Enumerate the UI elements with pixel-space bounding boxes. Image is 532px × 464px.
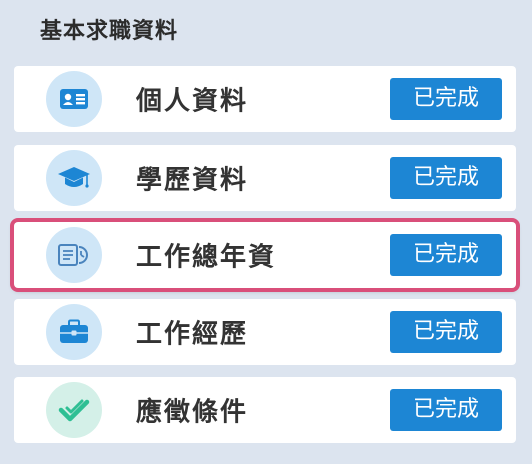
profile-item-personal-info[interactable]: 個人資料 已完成 bbox=[14, 66, 516, 132]
profile-item-label: 應徵條件 bbox=[136, 397, 249, 428]
profile-item-education[interactable]: 學歷資料 已完成 bbox=[14, 145, 516, 211]
briefcase-icon bbox=[46, 304, 102, 360]
profile-item-total-experience[interactable]: 工作總年資 已完成 bbox=[14, 222, 516, 288]
profile-item-label: 工作總年資 bbox=[136, 242, 277, 273]
graduation-cap-icon bbox=[46, 150, 102, 206]
double-check-icon bbox=[46, 382, 102, 438]
id-card-icon bbox=[46, 71, 102, 127]
status-completed-button[interactable]: 已完成 bbox=[390, 78, 502, 120]
profile-item-label: 個人資料 bbox=[136, 86, 249, 117]
status-completed-button[interactable]: 已完成 bbox=[390, 234, 502, 276]
status-completed-button[interactable]: 已完成 bbox=[390, 311, 502, 353]
document-clock-icon bbox=[46, 227, 102, 283]
profile-item-application-conditions[interactable]: 應徵條件 已完成 bbox=[14, 377, 516, 443]
status-completed-button[interactable]: 已完成 bbox=[390, 389, 502, 431]
job-profile-panel: 基本求職資料 個人資料 已完成 學歷資料 已完成 工作總年資 已完成 工作經歷 … bbox=[0, 0, 532, 464]
profile-item-label: 工作經歷 bbox=[136, 319, 249, 350]
profile-item-work-history[interactable]: 工作經歷 已完成 bbox=[14, 299, 516, 365]
profile-item-label: 學歷資料 bbox=[136, 165, 249, 196]
status-completed-button[interactable]: 已完成 bbox=[390, 157, 502, 199]
panel-title: 基本求職資料 bbox=[40, 19, 179, 44]
